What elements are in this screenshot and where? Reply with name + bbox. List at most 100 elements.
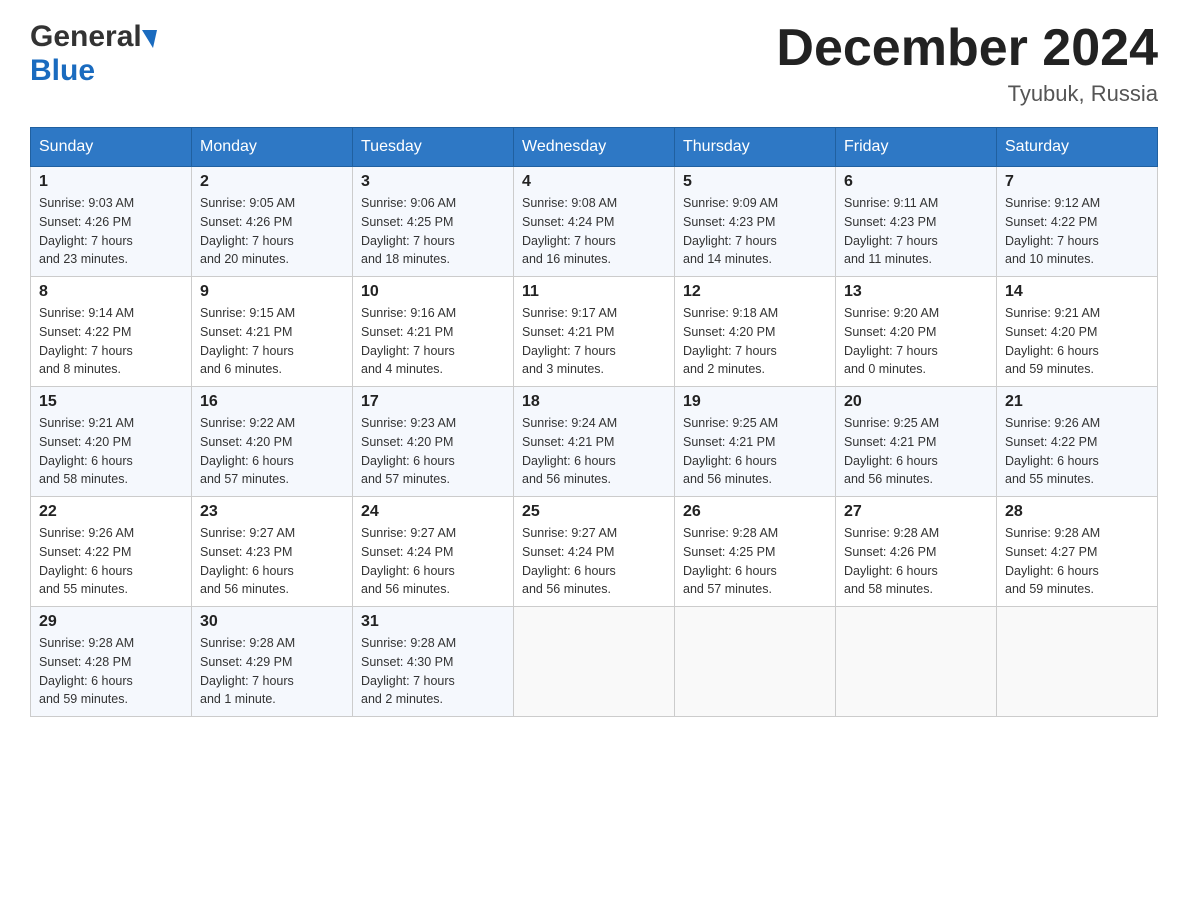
logo-general-text: General xyxy=(30,20,142,54)
calendar-cell: 27 Sunrise: 9:28 AMSunset: 4:26 PMDaylig… xyxy=(836,497,997,607)
day-number: 12 xyxy=(683,283,827,301)
day-info: Sunrise: 9:25 AMSunset: 4:21 PMDaylight:… xyxy=(844,414,988,489)
week-row-1: 1 Sunrise: 9:03 AMSunset: 4:26 PMDayligh… xyxy=(31,167,1158,277)
calendar-cell xyxy=(514,607,675,717)
calendar-cell: 17 Sunrise: 9:23 AMSunset: 4:20 PMDaylig… xyxy=(353,387,514,497)
day-info: Sunrise: 9:26 AMSunset: 4:22 PMDaylight:… xyxy=(39,524,183,599)
calendar-cell: 19 Sunrise: 9:25 AMSunset: 4:21 PMDaylig… xyxy=(675,387,836,497)
calendar-cell: 29 Sunrise: 9:28 AMSunset: 4:28 PMDaylig… xyxy=(31,607,192,717)
calendar-cell xyxy=(675,607,836,717)
day-number: 24 xyxy=(361,503,505,521)
day-info: Sunrise: 9:28 AMSunset: 4:29 PMDaylight:… xyxy=(200,634,344,709)
day-number: 26 xyxy=(683,503,827,521)
calendar-cell: 8 Sunrise: 9:14 AMSunset: 4:22 PMDayligh… xyxy=(31,277,192,387)
day-number: 19 xyxy=(683,393,827,411)
day-info: Sunrise: 9:05 AMSunset: 4:26 PMDaylight:… xyxy=(200,194,344,269)
day-number: 1 xyxy=(39,173,183,191)
calendar-cell: 25 Sunrise: 9:27 AMSunset: 4:24 PMDaylig… xyxy=(514,497,675,607)
day-info: Sunrise: 9:06 AMSunset: 4:25 PMDaylight:… xyxy=(361,194,505,269)
day-info: Sunrise: 9:17 AMSunset: 4:21 PMDaylight:… xyxy=(522,304,666,379)
logo: General Blue xyxy=(30,20,157,88)
day-number: 21 xyxy=(1005,393,1149,411)
day-number: 25 xyxy=(522,503,666,521)
day-info: Sunrise: 9:28 AMSunset: 4:25 PMDaylight:… xyxy=(683,524,827,599)
calendar-cell xyxy=(836,607,997,717)
day-info: Sunrise: 9:12 AMSunset: 4:22 PMDaylight:… xyxy=(1005,194,1149,269)
day-number: 3 xyxy=(361,173,505,191)
day-info: Sunrise: 9:11 AMSunset: 4:23 PMDaylight:… xyxy=(844,194,988,269)
day-number: 4 xyxy=(522,173,666,191)
col-friday: Friday xyxy=(836,128,997,167)
day-number: 7 xyxy=(1005,173,1149,191)
day-info: Sunrise: 9:28 AMSunset: 4:27 PMDaylight:… xyxy=(1005,524,1149,599)
calendar-cell: 26 Sunrise: 9:28 AMSunset: 4:25 PMDaylig… xyxy=(675,497,836,607)
day-info: Sunrise: 9:23 AMSunset: 4:20 PMDaylight:… xyxy=(361,414,505,489)
day-info: Sunrise: 9:22 AMSunset: 4:20 PMDaylight:… xyxy=(200,414,344,489)
col-monday: Monday xyxy=(192,128,353,167)
week-row-3: 15 Sunrise: 9:21 AMSunset: 4:20 PMDaylig… xyxy=(31,387,1158,497)
day-info: Sunrise: 9:27 AMSunset: 4:24 PMDaylight:… xyxy=(361,524,505,599)
calendar-cell: 10 Sunrise: 9:16 AMSunset: 4:21 PMDaylig… xyxy=(353,277,514,387)
day-info: Sunrise: 9:15 AMSunset: 4:21 PMDaylight:… xyxy=(200,304,344,379)
day-info: Sunrise: 9:27 AMSunset: 4:24 PMDaylight:… xyxy=(522,524,666,599)
day-number: 27 xyxy=(844,503,988,521)
day-number: 14 xyxy=(1005,283,1149,301)
day-number: 22 xyxy=(39,503,183,521)
col-wednesday: Wednesday xyxy=(514,128,675,167)
day-number: 29 xyxy=(39,613,183,631)
day-number: 15 xyxy=(39,393,183,411)
calendar-cell: 3 Sunrise: 9:06 AMSunset: 4:25 PMDayligh… xyxy=(353,167,514,277)
day-number: 5 xyxy=(683,173,827,191)
day-info: Sunrise: 9:20 AMSunset: 4:20 PMDaylight:… xyxy=(844,304,988,379)
page-header: General Blue December 2024 Tyubuk, Russi… xyxy=(30,20,1158,107)
col-thursday: Thursday xyxy=(675,128,836,167)
day-info: Sunrise: 9:08 AMSunset: 4:24 PMDaylight:… xyxy=(522,194,666,269)
calendar-cell: 24 Sunrise: 9:27 AMSunset: 4:24 PMDaylig… xyxy=(353,497,514,607)
day-number: 8 xyxy=(39,283,183,301)
calendar-cell: 6 Sunrise: 9:11 AMSunset: 4:23 PMDayligh… xyxy=(836,167,997,277)
month-title: December 2024 xyxy=(776,20,1158,77)
calendar-cell: 14 Sunrise: 9:21 AMSunset: 4:20 PMDaylig… xyxy=(997,277,1158,387)
day-info: Sunrise: 9:28 AMSunset: 4:28 PMDaylight:… xyxy=(39,634,183,709)
calendar-cell: 22 Sunrise: 9:26 AMSunset: 4:22 PMDaylig… xyxy=(31,497,192,607)
day-number: 9 xyxy=(200,283,344,301)
day-number: 17 xyxy=(361,393,505,411)
day-number: 6 xyxy=(844,173,988,191)
calendar-cell: 15 Sunrise: 9:21 AMSunset: 4:20 PMDaylig… xyxy=(31,387,192,497)
calendar-cell: 2 Sunrise: 9:05 AMSunset: 4:26 PMDayligh… xyxy=(192,167,353,277)
calendar-cell: 21 Sunrise: 9:26 AMSunset: 4:22 PMDaylig… xyxy=(997,387,1158,497)
day-number: 16 xyxy=(200,393,344,411)
day-number: 20 xyxy=(844,393,988,411)
calendar-cell: 7 Sunrise: 9:12 AMSunset: 4:22 PMDayligh… xyxy=(997,167,1158,277)
calendar-cell: 16 Sunrise: 9:22 AMSunset: 4:20 PMDaylig… xyxy=(192,387,353,497)
day-number: 23 xyxy=(200,503,344,521)
calendar-cell xyxy=(997,607,1158,717)
calendar-cell: 13 Sunrise: 9:20 AMSunset: 4:20 PMDaylig… xyxy=(836,277,997,387)
day-number: 11 xyxy=(522,283,666,301)
calendar-cell: 5 Sunrise: 9:09 AMSunset: 4:23 PMDayligh… xyxy=(675,167,836,277)
calendar-cell: 20 Sunrise: 9:25 AMSunset: 4:21 PMDaylig… xyxy=(836,387,997,497)
calendar-cell: 28 Sunrise: 9:28 AMSunset: 4:27 PMDaylig… xyxy=(997,497,1158,607)
day-info: Sunrise: 9:25 AMSunset: 4:21 PMDaylight:… xyxy=(683,414,827,489)
calendar-cell: 12 Sunrise: 9:18 AMSunset: 4:20 PMDaylig… xyxy=(675,277,836,387)
calendar-cell: 18 Sunrise: 9:24 AMSunset: 4:21 PMDaylig… xyxy=(514,387,675,497)
calendar-cell: 11 Sunrise: 9:17 AMSunset: 4:21 PMDaylig… xyxy=(514,277,675,387)
title-section: December 2024 Tyubuk, Russia xyxy=(776,20,1158,107)
day-number: 10 xyxy=(361,283,505,301)
col-tuesday: Tuesday xyxy=(353,128,514,167)
calendar-cell: 23 Sunrise: 9:27 AMSunset: 4:23 PMDaylig… xyxy=(192,497,353,607)
day-info: Sunrise: 9:09 AMSunset: 4:23 PMDaylight:… xyxy=(683,194,827,269)
logo-triangle-icon xyxy=(142,30,157,48)
calendar-table: Sunday Monday Tuesday Wednesday Thursday… xyxy=(30,127,1158,717)
logo-blue-text: Blue xyxy=(30,54,157,88)
day-info: Sunrise: 9:28 AMSunset: 4:30 PMDaylight:… xyxy=(361,634,505,709)
day-info: Sunrise: 9:21 AMSunset: 4:20 PMDaylight:… xyxy=(39,414,183,489)
day-info: Sunrise: 9:18 AMSunset: 4:20 PMDaylight:… xyxy=(683,304,827,379)
week-row-2: 8 Sunrise: 9:14 AMSunset: 4:22 PMDayligh… xyxy=(31,277,1158,387)
day-info: Sunrise: 9:16 AMSunset: 4:21 PMDaylight:… xyxy=(361,304,505,379)
calendar-cell: 9 Sunrise: 9:15 AMSunset: 4:21 PMDayligh… xyxy=(192,277,353,387)
day-number: 30 xyxy=(200,613,344,631)
day-info: Sunrise: 9:26 AMSunset: 4:22 PMDaylight:… xyxy=(1005,414,1149,489)
col-saturday: Saturday xyxy=(997,128,1158,167)
day-info: Sunrise: 9:14 AMSunset: 4:22 PMDaylight:… xyxy=(39,304,183,379)
